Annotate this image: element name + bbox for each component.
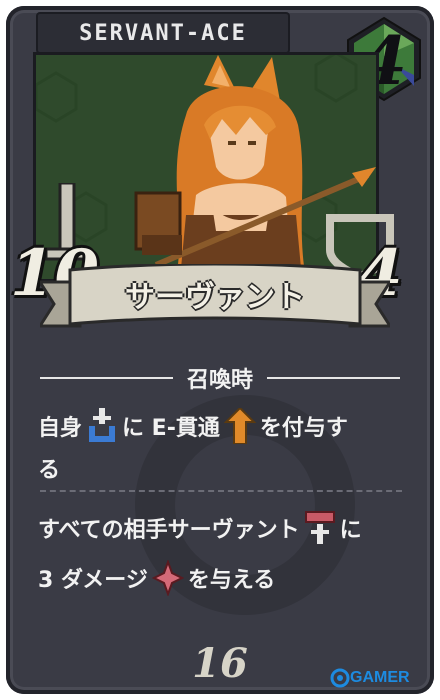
effect-text: に [339, 518, 362, 543]
gamer-watermark: GAMER [330, 668, 410, 688]
effect-line-3: すべての相手サーヴァント に [38, 510, 362, 546]
sword-self-icon [89, 408, 116, 442]
gamer-brand-text: GAMER [350, 669, 410, 686]
effect-text: る [38, 458, 61, 483]
effect-text: を付与す [259, 416, 348, 441]
card[interactable]: SERVANT-ACE 4 10 4 サーヴァント 召喚時 自身 に E-貫通 … [0, 0, 440, 700]
effect-text: すべての相手サーヴァント [38, 518, 300, 543]
effect-text: 自身 [38, 416, 83, 441]
trigger-line-left [40, 377, 173, 379]
card-header-title: SERVANT-ACE [79, 20, 247, 46]
effect-text: に E-貫通 [122, 416, 220, 441]
effect-text: を与える [187, 568, 276, 593]
gamer-logo-icon [330, 668, 350, 688]
effect-line-2: る [38, 452, 60, 484]
trigger-label: 召喚時 [187, 368, 254, 393]
power-value: 16 [192, 640, 248, 687]
effect-line-4: 3 ダメージ を与える [38, 560, 275, 596]
enemy-servant-icon [304, 511, 335, 544]
effect-separator [40, 490, 402, 492]
effect-trigger: 召喚時 [40, 364, 401, 393]
piercing-arrow-icon [223, 408, 256, 444]
damage-burst-icon [151, 560, 184, 596]
effect-line-1: 自身 に E-貫通 を付与す [38, 408, 348, 444]
card-header: SERVANT-ACE [36, 12, 290, 54]
trigger-line-right [267, 377, 401, 379]
effect-text: 3 ダメージ [38, 568, 148, 593]
card-name: サーヴァント [125, 280, 305, 315]
